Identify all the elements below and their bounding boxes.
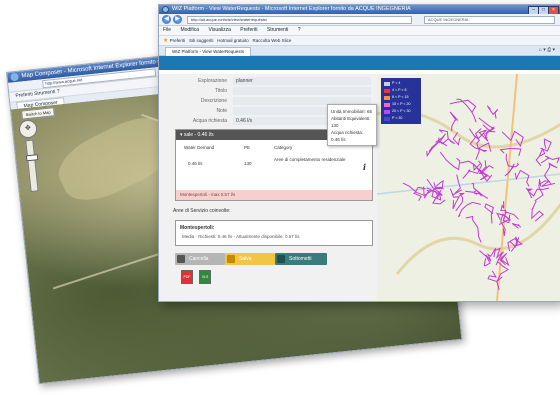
favorites-bar: ★ Preferiti Siti suggeriti Hotmail gratu… [159, 36, 560, 46]
legend-item: 4 < P < 8 [383, 87, 419, 94]
front-title-bar: WIZ Platform - View WaterRequests - Micr… [159, 5, 560, 15]
submit-button[interactable]: Sottometti [275, 253, 327, 265]
legend-label: 4 < P < 8 [392, 88, 407, 92]
address-field[interactable]: http://sit.acque.net/wiz/view/waterreque… [187, 16, 412, 24]
area-detail: Media - Richiesti: 0.46 l/s - Attualment… [182, 234, 300, 239]
browser-tab[interactable]: WIZ Platform - View WaterRequests [165, 47, 252, 56]
legend-item: 20 < P < 30 [383, 108, 419, 115]
water-demand-value: 0.46 l/s [188, 161, 203, 166]
pdf-export-icon[interactable]: PDF [181, 270, 193, 284]
pe-value: 130 [244, 161, 252, 166]
column-header: Water Demand [184, 145, 215, 150]
legend-swatch [384, 102, 390, 107]
tooltip-line: Acqua richiesta: 0.46 l/s [331, 130, 364, 142]
form-row-label: Note [216, 108, 227, 114]
save-button[interactable]: Salva [225, 253, 275, 265]
info-icon[interactable]: i [363, 162, 366, 172]
ie-icon [10, 72, 19, 82]
menu-file[interactable]: File [163, 27, 171, 33]
areas-label: Aree di Servizio coinvolte: [173, 208, 231, 214]
legend: P < 4 4 < P < 8 8 < P < 15 15 < P < 20 2… [381, 78, 421, 124]
legend-label: 20 < P < 30 [392, 109, 411, 113]
legend-label: 8 < P < 15 [392, 95, 409, 99]
map-tooltip: Unità Immobiliari: 65 Abitanti Equivalen… [327, 104, 377, 146]
form-row-label: Acqua richiesta [192, 118, 227, 124]
legend-item: P > 30 [383, 115, 419, 122]
category-value: Aree di completamento residenziale [274, 157, 346, 162]
ie-icon [162, 6, 169, 13]
back-arrow-icon[interactable]: ◀ [162, 15, 171, 24]
form-row-label: Esplorazione [198, 78, 227, 84]
legend-label: 15 < P < 20 [392, 102, 411, 106]
delete-label: Cancella [189, 256, 209, 262]
fav-item[interactable]: Siti suggeriti [189, 38, 214, 43]
front-browser-window: WIZ Platform - View WaterRequests - Micr… [158, 4, 560, 302]
legend-item: 8 < P < 15 [383, 94, 419, 101]
form-row: Esplorazione planner [165, 76, 371, 86]
fav-item[interactable]: Hotmail gratuito [217, 38, 249, 43]
legend-swatch [384, 116, 390, 121]
network-map[interactable]: P < 4 4 < P < 8 8 < P < 15 15 < P < 20 2… [377, 74, 560, 301]
menu-bar: File Modifica Visualizza Preferiti Strum… [159, 26, 560, 36]
menu-view[interactable]: Visualizza [208, 27, 230, 33]
xls-export-icon[interactable]: XLS [199, 270, 211, 284]
favorites-label[interactable]: Preferiti [170, 38, 186, 43]
legend-item: 15 < P < 20 [383, 101, 419, 108]
legend-swatch [384, 95, 390, 100]
legend-swatch [384, 88, 390, 93]
delete-button[interactable]: Cancella [175, 253, 225, 265]
menu-edit[interactable]: Modifica [180, 27, 199, 33]
form-row-value[interactable]: planner [233, 77, 371, 85]
trash-icon [177, 255, 185, 263]
star-icon[interactable]: ★ [163, 38, 168, 44]
save-label: Salva [239, 256, 252, 262]
form-row-label: Descrizione [200, 98, 227, 104]
search-field[interactable]: ACQUE INGEGNERIA [424, 16, 555, 24]
column-header: PE [244, 145, 251, 150]
toolbar-tools[interactable]: ⌂ ▾ ⎙ ▾ [539, 47, 555, 53]
panel-footer: Montespertoli - max 0.57 l/s [176, 190, 372, 200]
form-row-label: Titolo [214, 88, 227, 94]
front-window-title: WIZ Platform - View WaterRequests - Micr… [172, 6, 411, 12]
menu-favorites[interactable]: Preferiti [240, 27, 257, 33]
menu-help[interactable]: ? [298, 27, 301, 33]
fav-item[interactable]: Raccolta Web Slice [253, 38, 292, 43]
tooltip-line: Abitanti Equivalenti: 130 [331, 116, 371, 128]
app-header [159, 56, 560, 70]
form-row-value[interactable] [233, 87, 371, 95]
panel-title: ▾ sale - 0.46 l/s [180, 132, 214, 138]
legend-swatch [384, 109, 390, 114]
forward-arrow-icon[interactable]: ▶ [173, 15, 182, 24]
tooltip-line: Unità Immobiliari: 65 [331, 109, 373, 114]
submit-label: Sottometti [289, 256, 312, 262]
legend-label: P < 4 [392, 81, 401, 85]
menu-tools[interactable]: Strumenti [267, 27, 288, 33]
address-row: ◀ ▶ http://sit.acque.net/wiz/view/waterr… [159, 14, 560, 26]
legend-swatch [384, 81, 390, 86]
legend-label: P > 30 [392, 116, 403, 120]
column-header: Category [274, 145, 293, 150]
area-title: Montespertoli: [180, 225, 215, 231]
tab-row: WIZ Platform - View WaterRequests ⌂ ▾ ⎙ … [159, 46, 560, 56]
service-area-box: Montespertoli: Media - Richiesti: 0.46 l… [175, 220, 373, 246]
submit-icon [277, 255, 285, 263]
zoom-knob[interactable] [25, 154, 39, 162]
legend-item: P < 4 [383, 80, 419, 87]
form-row: Titolo [165, 86, 371, 96]
floppy-icon [227, 255, 235, 263]
